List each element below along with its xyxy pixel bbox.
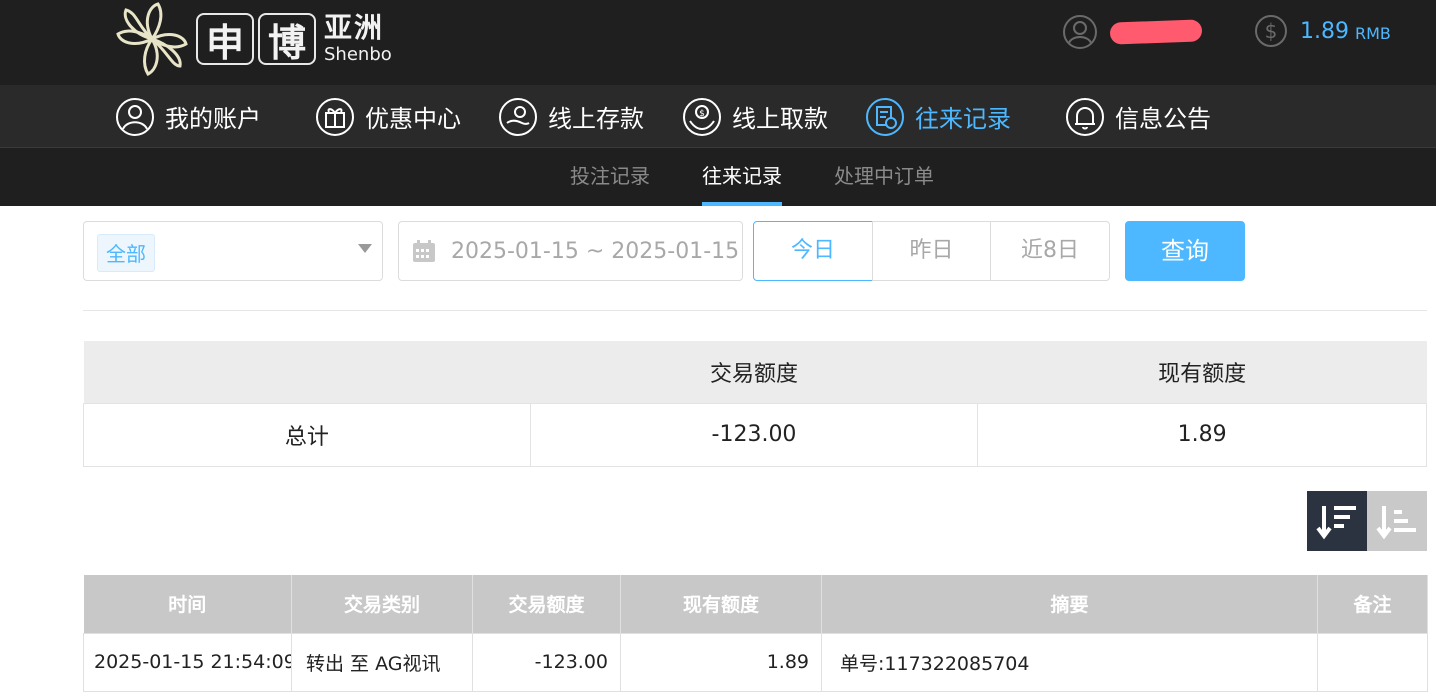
- nav-label: 我的账户: [165, 105, 261, 133]
- summary-header-trade: 交易额度: [530, 341, 978, 403]
- sort-descending-icon: [1316, 506, 1356, 540]
- type-select[interactable]: 全部: [83, 221, 383, 281]
- flower-logo-icon: [116, 2, 188, 76]
- tab-pending-orders[interactable]: 处理中订单: [834, 148, 934, 206]
- logo-text: 亚洲 Shenbo: [324, 14, 392, 64]
- dollar-icon: $: [1255, 15, 1287, 47]
- query-button[interactable]: 查询: [1125, 221, 1245, 281]
- nav-item-my-account[interactable]: 我的账户: [115, 85, 261, 148]
- records-table: 时间 交易类别 交易额度 现有额度 摘要 备注 2025-01-15 21:54…: [83, 575, 1428, 692]
- records-header-row: 时间 交易类别 交易额度 现有额度 摘要 备注: [83, 575, 1428, 633]
- cell-summary: 单号:117322085704: [821, 632, 1318, 692]
- cell-remark: [1317, 632, 1428, 692]
- cell-time: 2025-01-15 21:54:09: [83, 632, 292, 692]
- cell-amount: -123.00: [472, 632, 621, 692]
- col-header-summary[interactable]: 摘要: [821, 575, 1318, 633]
- summary-total-label: 总计: [83, 402, 531, 467]
- balance-currency: RMB: [1354, 23, 1391, 43]
- sort-asc-button[interactable]: [1367, 491, 1427, 551]
- main-nav: 我的账户 优惠中心 线上存款 $ 线上取款 往来记录 信息公告: [0, 85, 1436, 148]
- nav-label: 信息公告: [1115, 105, 1211, 133]
- user-circle-icon: [116, 97, 154, 136]
- top-header: 申 博 亚洲 Shenbo $ 1.89 RMB: [0, 0, 1436, 85]
- summary-header-empty: [83, 341, 531, 403]
- cell-type: 转出 至 AG视讯: [291, 632, 473, 692]
- nav-item-withdraw[interactable]: $ 线上取款: [682, 85, 828, 148]
- tab-transaction-records[interactable]: 往来记录: [702, 148, 782, 206]
- nav-label: 优惠中心: [365, 105, 461, 133]
- logo-cn-text: 亚洲: [324, 11, 385, 44]
- nav-label: 线上取款: [732, 105, 828, 133]
- records-icon: [866, 97, 904, 136]
- sort-desc-button[interactable]: [1307, 491, 1367, 551]
- date-range-text: 2025-01-15 ~ 2025-01-15: [451, 238, 740, 264]
- nav-item-deposit[interactable]: 线上存款: [498, 85, 644, 148]
- summary-header-current: 现有额度: [977, 341, 1427, 403]
- user-icon: [1063, 15, 1097, 49]
- nav-item-promotions[interactable]: 优惠中心: [315, 85, 461, 148]
- last-8-days-button[interactable]: 近8日: [990, 221, 1110, 281]
- table-row: 2025-01-15 21:54:09 转出 至 AG视讯 -123.00 1.…: [83, 632, 1428, 692]
- summary-header-row: 交易额度 现有额度: [83, 341, 1427, 403]
- redacted-username: [1109, 19, 1203, 45]
- cell-balance: 1.89: [620, 632, 822, 692]
- summary-row: 总计 -123.00 1.89: [83, 402, 1427, 467]
- logo-box-2: 博: [258, 13, 316, 65]
- col-header-balance[interactable]: 现有额度: [620, 575, 822, 633]
- summary-table: 交易额度 现有额度 总计 -123.00 1.89: [83, 341, 1427, 467]
- tab-bet-records[interactable]: 投注记录: [570, 148, 650, 206]
- selected-type-tag[interactable]: 全部: [97, 234, 155, 272]
- logo-en-text: Shenbo: [324, 44, 392, 65]
- date-range-picker[interactable]: 2025-01-15 ~ 2025-01-15: [398, 221, 743, 281]
- nav-label: 往来记录: [915, 105, 1011, 133]
- summary-current-amount: 1.89: [977, 402, 1427, 467]
- sub-nav: 投注记录 往来记录 处理中订单: [0, 148, 1436, 206]
- col-header-amount[interactable]: 交易额度: [472, 575, 621, 633]
- svg-text:$: $: [699, 109, 705, 119]
- col-header-type[interactable]: 交易类别: [291, 575, 473, 633]
- svg-text:$: $: [1265, 19, 1278, 43]
- col-header-remark[interactable]: 备注: [1317, 575, 1428, 633]
- bell-icon: [1066, 97, 1104, 136]
- logo-box-1: 申: [196, 13, 254, 65]
- withdraw-icon: $: [683, 97, 721, 136]
- balance-display: $ 1.89 RMB: [1254, 14, 1391, 48]
- deposit-icon: [499, 97, 537, 136]
- col-header-time[interactable]: 时间: [83, 575, 292, 633]
- sort-ascending-icon: [1376, 506, 1416, 540]
- user-account[interactable]: [1062, 14, 1203, 50]
- today-button[interactable]: 今日: [753, 221, 873, 281]
- summary-trade-amount: -123.00: [529, 402, 979, 467]
- nav-item-records[interactable]: 往来记录: [865, 85, 1011, 148]
- gift-icon: [316, 97, 354, 136]
- balance-value: 1.89: [1300, 18, 1349, 44]
- nav-item-announcements[interactable]: 信息公告: [1065, 85, 1211, 148]
- divider: [83, 310, 1427, 311]
- site-logo[interactable]: 申 博 亚洲 Shenbo: [112, 0, 392, 78]
- chevron-down-icon: [358, 244, 372, 253]
- calendar-icon: [413, 240, 435, 262]
- yesterday-button[interactable]: 昨日: [872, 221, 991, 281]
- nav-label: 线上存款: [548, 105, 644, 133]
